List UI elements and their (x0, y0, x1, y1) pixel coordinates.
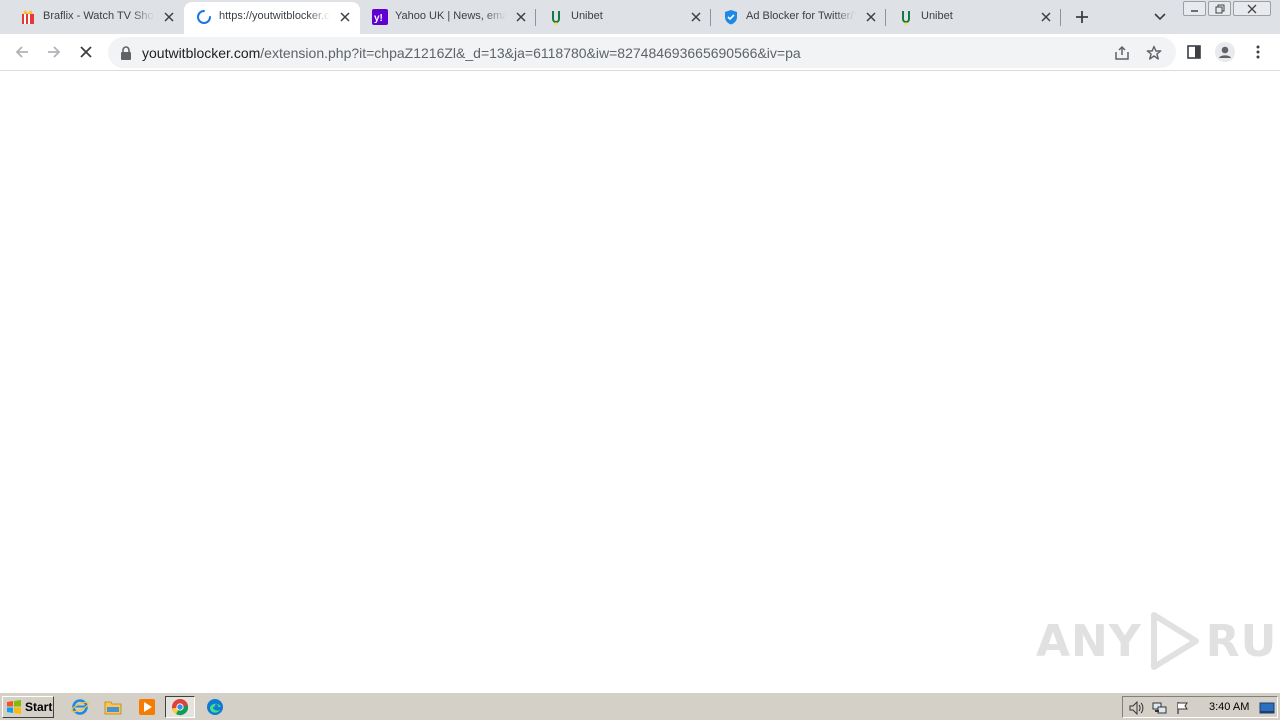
tab-search-button[interactable] (1151, 8, 1169, 26)
taskbar: Start 3:40 AM (0, 692, 1280, 720)
volume-icon[interactable] (1129, 700, 1145, 716)
chrome-taskbar-button[interactable] (165, 696, 195, 718)
menu-button[interactable] (1248, 42, 1268, 62)
tab-title: https://youtwitblocker.com/ (219, 10, 330, 22)
tab-separator (1060, 9, 1061, 26)
yahoo-icon: y! (372, 9, 388, 25)
media-player-icon (139, 699, 155, 715)
avatar-icon (1215, 42, 1235, 62)
restore-button[interactable] (1208, 1, 1231, 16)
url-text: youtwitblocker.com/extension.php?it=chpa… (142, 45, 801, 61)
minimize-icon (1191, 9, 1198, 12)
close-tab-icon[interactable] (338, 10, 352, 24)
unibet-icon (898, 9, 914, 25)
system-tray: 3:40 AM (1122, 696, 1278, 718)
back-button[interactable] (12, 42, 32, 62)
side-panel-icon (1187, 45, 1201, 59)
new-tab-button[interactable] (1072, 7, 1092, 27)
internet-explorer-icon (71, 699, 89, 715)
play-icon (1150, 612, 1199, 670)
action-center-flag-icon[interactable] (1175, 700, 1191, 716)
more-vertical-icon (1256, 45, 1260, 59)
url-path: /extension.php?it=chpaZ1216Zl&_d=13&ja=6… (260, 45, 801, 61)
browser-toolbar: youtwitblocker.com/extension.php?it=chpa… (0, 34, 1280, 71)
bookmark-button[interactable] (1144, 43, 1164, 63)
page-content: ANY RUN (0, 72, 1280, 692)
tab-adblocker[interactable]: Ad Blocker for Twitter/YouTube (711, 0, 886, 34)
tab-title: Ad Blocker for Twitter/YouTube (746, 10, 856, 22)
tab-unibet-2[interactable]: Unibet (886, 0, 1061, 34)
chrome-icon (172, 698, 189, 716)
start-button[interactable]: Start (2, 696, 54, 718)
watermark-text-left: ANY (1036, 615, 1142, 667)
internet-explorer-quicklaunch[interactable] (69, 697, 91, 717)
tab-strip: Braflix - Watch TV Shows https://youtwit… (0, 0, 1280, 34)
tab-title: Unibet (921, 10, 953, 22)
url-domain: youtwitblocker.com (142, 45, 261, 61)
window-controls (1183, 1, 1274, 17)
show-desktop-icon[interactable] (1259, 700, 1275, 716)
close-tab-icon[interactable] (689, 10, 703, 24)
windows-logo-icon (7, 700, 21, 714)
close-icon (1247, 4, 1257, 13)
loading-spinner-icon (196, 9, 212, 25)
lock-icon (121, 46, 131, 60)
chevron-down-icon (1154, 13, 1166, 21)
close-icon (80, 46, 92, 58)
edge-quicklaunch[interactable] (204, 697, 226, 717)
arrow-left-icon (15, 46, 28, 58)
profile-button[interactable] (1215, 42, 1235, 62)
tab-braflix[interactable]: Braflix - Watch TV Shows (8, 0, 184, 34)
tab-title: Unibet (571, 10, 603, 22)
close-tab-icon[interactable] (1039, 10, 1053, 24)
folder-icon (104, 701, 122, 715)
plus-icon (1076, 11, 1088, 23)
close-tab-icon[interactable] (864, 10, 878, 24)
tab-yahoo[interactable]: y! Yahoo UK | News, email (360, 0, 536, 34)
shield-icon (723, 9, 739, 25)
watermark-text-right: RUN (1205, 615, 1280, 667)
stop-loading-button[interactable] (76, 42, 96, 62)
address-bar[interactable]: youtwitblocker.com/extension.php?it=chpa… (108, 37, 1176, 68)
close-tab-icon[interactable] (162, 10, 176, 24)
share-icon (1115, 45, 1129, 60)
tab-title: Yahoo UK | News, email (395, 10, 506, 22)
tab-unibet[interactable]: Unibet (536, 0, 711, 34)
side-panel-button[interactable] (1184, 42, 1204, 62)
restore-icon (1215, 4, 1224, 13)
edge-icon (207, 699, 223, 715)
start-label: Start (25, 700, 53, 714)
star-icon (1146, 45, 1162, 60)
share-button[interactable] (1112, 43, 1132, 63)
taskbar-clock[interactable]: 3:40 AM (1209, 701, 1249, 713)
file-explorer-quicklaunch[interactable] (102, 697, 124, 717)
unibet-icon (548, 9, 564, 25)
tab-youtwitblocker[interactable]: https://youtwitblocker.com/ (184, 2, 360, 34)
close-window-button[interactable] (1233, 1, 1271, 16)
media-player-quicklaunch[interactable] (136, 697, 158, 717)
svg-text:y!: y! (374, 13, 383, 24)
minimize-button[interactable] (1183, 1, 1206, 16)
forward-button[interactable] (44, 42, 64, 62)
braflix-icon (20, 9, 36, 25)
network-icon[interactable] (1152, 700, 1168, 716)
anyrun-watermark: ANY RUN (1036, 609, 1280, 673)
close-tab-icon[interactable] (514, 10, 528, 24)
arrow-right-icon (48, 46, 61, 58)
tab-title: Braflix - Watch TV Shows (43, 10, 154, 22)
